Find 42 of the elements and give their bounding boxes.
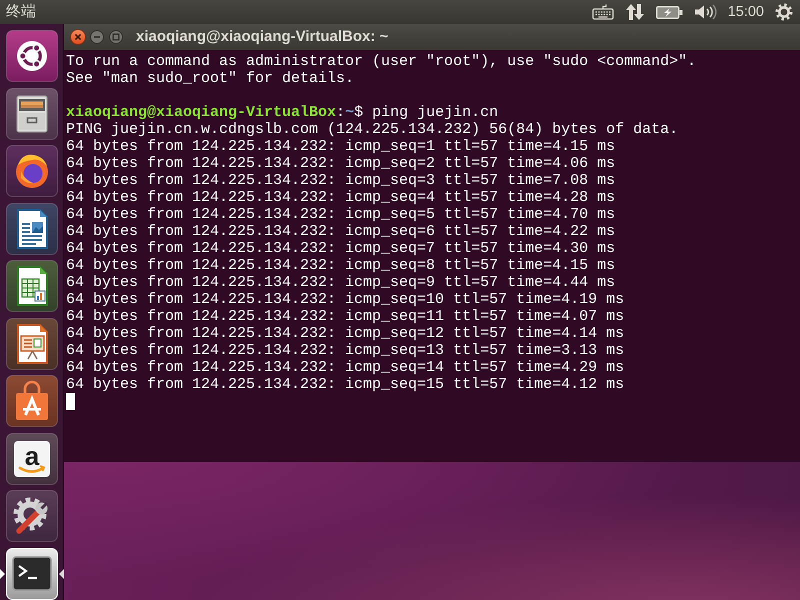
gear-icon[interactable] [775, 3, 793, 21]
output-line: 64 bytes from 124.225.134.232: icmp_seq=3 ttl=57 time=7.08 ms [66, 172, 616, 189]
output-line: 64 bytes from 124.225.134.232: icmp_seq=9 ttl=57 time=4.44 ms [66, 274, 616, 291]
output-line: 64 bytes from 124.225.134.232: icmp_seq=11 ttl=57 time=4.07 ms [66, 308, 626, 325]
output-line: 64 bytes from 124.225.134.232: icmp_seq=10 ttl=57 time=4.19 ms [66, 291, 626, 308]
flame-globe-icon[interactable] [6, 145, 58, 197]
output-line: 64 bytes from 124.225.134.232: icmp_seq=8 ttl=57 time=4.15 ms [66, 257, 616, 274]
output-line: 64 bytes from 124.225.134.232: icmp_seq=2 ttl=57 time=4.06 ms [66, 155, 616, 172]
terminal-icon[interactable] [6, 548, 58, 600]
presentation-icon[interactable] [6, 318, 58, 370]
spreadsheet-icon[interactable] [6, 260, 58, 312]
shopping-bag-icon[interactable] [6, 375, 58, 427]
indicator-arrow-icon [59, 568, 64, 578]
output-line: 64 bytes from 124.225.134.232: icmp_seq=6 ttl=57 time=4.22 ms [66, 223, 616, 240]
close-button[interactable] [70, 29, 86, 45]
letter-smile-icon[interactable]: a [6, 432, 58, 484]
prompt-line: xiaoqiang@xiaoqiang-VirtualBox:~$ ping juejin.cn [66, 104, 500, 121]
output-line: 64 bytes from 124.225.134.232: icmp_seq=5 ttl=57 time=4.70 ms [66, 206, 616, 223]
gear-wrench-icon[interactable] [6, 490, 58, 542]
output-line: 64 bytes from 124.225.134.232: icmp_seq=4 ttl=57 time=4.28 ms [66, 189, 616, 206]
window-title: xiaoqiang@xiaoqiang-VirtualBox: ~ [136, 27, 388, 47]
output-line: See "man sudo_root" for details. [66, 70, 356, 87]
keyboard-icon[interactable] [592, 4, 614, 20]
output-line: 64 bytes from 124.225.134.232: icmp_seq=12 ttl=57 time=4.14 ms [66, 325, 626, 342]
battery-icon[interactable] [656, 6, 683, 18]
output-line: 64 bytes from 124.225.134.232: icmp_seq=14 ttl=57 time=4.29 ms [66, 359, 626, 376]
indicator-arrow-icon [0, 568, 5, 578]
output-line: 64 bytes from 124.225.134.232: icmp_seq=1 ttl=57 time=4.15 ms [66, 138, 616, 155]
output-line: PING juejin.cn.w.cdngslb.com (124.225.134.232) 56(84) bytes of data. [66, 121, 680, 138]
volume-icon[interactable] [694, 4, 717, 20]
document-icon[interactable] [6, 202, 58, 254]
output-line: 64 bytes from 124.225.134.232: icmp_seq=15 ttl=57 time=4.12 ms [66, 376, 626, 393]
clock[interactable]: 15:00 [728, 0, 764, 24]
filing-cabinet-icon[interactable] [6, 88, 58, 140]
up-down-arrows-icon[interactable] [624, 3, 645, 21]
minimize-button[interactable] [90, 30, 104, 44]
output-line: 64 bytes from 124.225.134.232: icmp_seq=13 ttl=57 time=3.13 ms [66, 342, 626, 359]
ring-dots-icon[interactable] [6, 30, 58, 82]
output-line: 64 bytes from 124.225.134.232: icmp_seq=7 ttl=57 time=4.30 ms [66, 240, 616, 257]
app-title: 终端 [5, 2, 36, 22]
output-line: To run a command as administrator (user "root"), use "sudo <command>". [66, 53, 698, 70]
maximize-button[interactable] [109, 30, 123, 44]
